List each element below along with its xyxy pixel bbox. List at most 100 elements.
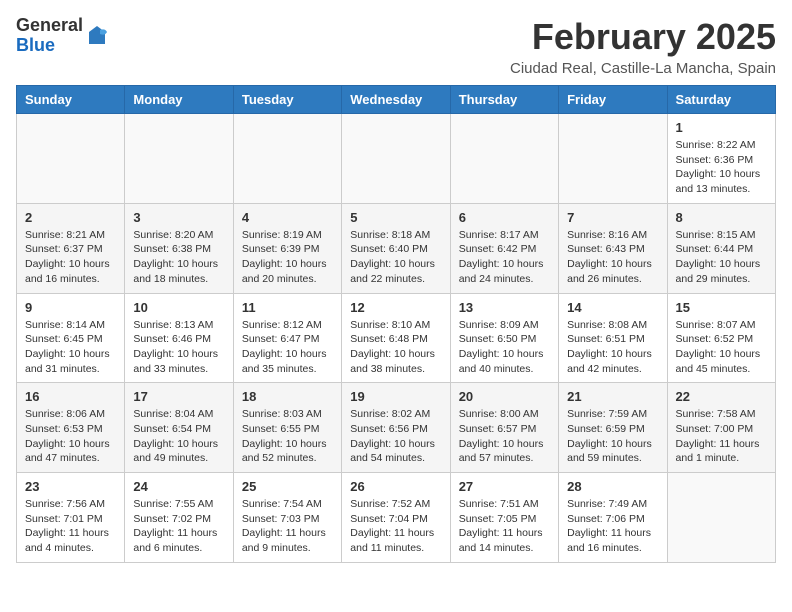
day-info: Sunrise: 7:49 AM Sunset: 7:06 PM Dayligh… xyxy=(567,497,658,556)
day-info: Sunrise: 7:56 AM Sunset: 7:01 PM Dayligh… xyxy=(25,497,116,556)
day-number: 6 xyxy=(459,210,550,225)
week-row-4: 16 Sunrise: 8:06 AM Sunset: 6:53 PM Dayli… xyxy=(17,383,776,473)
calendar-cell xyxy=(17,114,125,204)
week-row-1: 1 Sunrise: 8:22 AM Sunset: 6:36 PM Daylig… xyxy=(17,114,776,204)
calendar-cell xyxy=(342,114,450,204)
day-number: 8 xyxy=(676,210,767,225)
calendar-cell xyxy=(559,114,667,204)
day-info: Sunrise: 7:59 AM Sunset: 6:59 PM Dayligh… xyxy=(567,407,658,466)
day-number: 17 xyxy=(133,389,224,404)
calendar-cell: 18Sunrise: 8:03 AM Sunset: 6:55 PM Dayli… xyxy=(233,383,341,473)
day-info: Sunrise: 8:12 AM Sunset: 6:47 PM Dayligh… xyxy=(242,318,333,377)
day-number: 26 xyxy=(350,479,441,494)
day-info: Sunrise: 8:22 AM Sunset: 6:36 PM Dayligh… xyxy=(676,138,767,197)
calendar-cell: 8 Sunrise: 8:15 AM Sunset: 6:44 PM Daylig… xyxy=(667,203,775,293)
day-number: 18 xyxy=(242,389,333,404)
calendar-cell: 6Sunrise: 8:17 AM Sunset: 6:42 PM Daylig… xyxy=(450,203,558,293)
calendar-cell: 2Sunrise: 8:21 AM Sunset: 6:37 PM Daylig… xyxy=(17,203,125,293)
calendar-cell: 10 Sunrise: 8:13 AM Sunset: 6:46 PM Dayli… xyxy=(125,293,233,383)
day-number: 7 xyxy=(567,210,658,225)
calendar-cell xyxy=(125,114,233,204)
week-row-3: 9Sunrise: 8:14 AM Sunset: 6:45 PM Daylig… xyxy=(17,293,776,383)
day-info: Sunrise: 7:52 AM Sunset: 7:04 PM Dayligh… xyxy=(350,497,441,556)
day-number: 16 xyxy=(25,389,116,404)
day-number: 27 xyxy=(459,479,550,494)
calendar-cell: 9Sunrise: 8:14 AM Sunset: 6:45 PM Daylig… xyxy=(17,293,125,383)
logo-general: General xyxy=(16,16,83,36)
location-subtitle: Ciudad Real, Castille-La Mancha, Spain xyxy=(510,60,776,77)
day-info: Sunrise: 7:58 AM Sunset: 7:00 PM Dayligh… xyxy=(676,407,767,466)
day-number: 21 xyxy=(567,389,658,404)
title-area: February 2025 Ciudad Real, Castille-La M… xyxy=(510,16,776,77)
day-info: Sunrise: 7:54 AM Sunset: 7:03 PM Dayligh… xyxy=(242,497,333,556)
day-number: 13 xyxy=(459,300,550,315)
calendar-cell: 12 Sunrise: 8:10 AM Sunset: 6:48 PM Dayli… xyxy=(342,293,450,383)
day-number: 25 xyxy=(242,479,333,494)
calendar-cell: 19Sunrise: 8:02 AM Sunset: 6:56 PM Dayli… xyxy=(342,383,450,473)
day-info: Sunrise: 8:13 AM Sunset: 6:46 PM Dayligh… xyxy=(133,318,224,377)
day-number: 5 xyxy=(350,210,441,225)
calendar-cell: 17 Sunrise: 8:04 AM Sunset: 6:54 PM Dayli… xyxy=(125,383,233,473)
day-number: 9 xyxy=(25,300,116,315)
week-row-2: 2Sunrise: 8:21 AM Sunset: 6:37 PM Daylig… xyxy=(17,203,776,293)
calendar-cell: 28 Sunrise: 7:49 AM Sunset: 7:06 PM Dayli… xyxy=(559,473,667,563)
calendar-cell: 3 Sunrise: 8:20 AM Sunset: 6:38 PM Daylig… xyxy=(125,203,233,293)
calendar-cell: 11 Sunrise: 8:12 AM Sunset: 6:47 PM Dayli… xyxy=(233,293,341,383)
day-number: 1 xyxy=(676,120,767,135)
calendar-table: Sunday Monday Tuesday Wednesday Thursday… xyxy=(16,85,776,563)
header-monday: Monday xyxy=(125,86,233,114)
calendar-cell: 4 Sunrise: 8:19 AM Sunset: 6:39 PM Daylig… xyxy=(233,203,341,293)
calendar-cell: 16 Sunrise: 8:06 AM Sunset: 6:53 PM Dayli… xyxy=(17,383,125,473)
calendar-cell: 24 Sunrise: 7:55 AM Sunset: 7:02 PM Dayli… xyxy=(125,473,233,563)
header-saturday: Saturday xyxy=(667,86,775,114)
logo-icon xyxy=(85,24,109,48)
header-wednesday: Wednesday xyxy=(342,86,450,114)
day-number: 10 xyxy=(133,300,224,315)
day-info: Sunrise: 7:55 AM Sunset: 7:02 PM Dayligh… xyxy=(133,497,224,556)
calendar-cell: 27 Sunrise: 7:51 AM Sunset: 7:05 PM Dayli… xyxy=(450,473,558,563)
day-number: 24 xyxy=(133,479,224,494)
header-friday: Friday xyxy=(559,86,667,114)
calendar-cell: 14 Sunrise: 8:08 AM Sunset: 6:51 PM Dayli… xyxy=(559,293,667,383)
logo-blue: Blue xyxy=(16,36,83,56)
calendar-cell: 21 Sunrise: 7:59 AM Sunset: 6:59 PM Dayli… xyxy=(559,383,667,473)
day-number: 14 xyxy=(567,300,658,315)
calendar-cell xyxy=(667,473,775,563)
day-number: 19 xyxy=(350,389,441,404)
calendar-cell: 25 Sunrise: 7:54 AM Sunset: 7:03 PM Dayli… xyxy=(233,473,341,563)
day-info: Sunrise: 8:21 AM Sunset: 6:37 PM Dayligh… xyxy=(25,228,116,287)
calendar-cell: 15 Sunrise: 8:07 AM Sunset: 6:52 PM Dayli… xyxy=(667,293,775,383)
header-sunday: Sunday xyxy=(17,86,125,114)
day-number: 3 xyxy=(133,210,224,225)
header-thursday: Thursday xyxy=(450,86,558,114)
calendar-cell xyxy=(450,114,558,204)
day-info: Sunrise: 8:15 AM Sunset: 6:44 PM Dayligh… xyxy=(676,228,767,287)
calendar-cell: 20Sunrise: 8:00 AM Sunset: 6:57 PM Dayli… xyxy=(450,383,558,473)
day-info: Sunrise: 8:08 AM Sunset: 6:51 PM Dayligh… xyxy=(567,318,658,377)
calendar-cell: 26 Sunrise: 7:52 AM Sunset: 7:04 PM Dayli… xyxy=(342,473,450,563)
day-info: Sunrise: 8:09 AM Sunset: 6:50 PM Dayligh… xyxy=(459,318,550,377)
day-number: 11 xyxy=(242,300,333,315)
header-tuesday: Tuesday xyxy=(233,86,341,114)
page-header: General Blue February 2025 Ciudad Real, … xyxy=(16,16,776,77)
day-info: Sunrise: 8:18 AM Sunset: 6:40 PM Dayligh… xyxy=(350,228,441,287)
day-number: 12 xyxy=(350,300,441,315)
day-info: Sunrise: 8:06 AM Sunset: 6:53 PM Dayligh… xyxy=(25,407,116,466)
calendar-header-row: Sunday Monday Tuesday Wednesday Thursday… xyxy=(17,86,776,114)
day-info: Sunrise: 8:10 AM Sunset: 6:48 PM Dayligh… xyxy=(350,318,441,377)
day-info: Sunrise: 8:04 AM Sunset: 6:54 PM Dayligh… xyxy=(133,407,224,466)
day-info: Sunrise: 8:20 AM Sunset: 6:38 PM Dayligh… xyxy=(133,228,224,287)
calendar-cell xyxy=(233,114,341,204)
logo: General Blue xyxy=(16,16,109,56)
calendar-cell: 5 Sunrise: 8:18 AM Sunset: 6:40 PM Daylig… xyxy=(342,203,450,293)
day-info: Sunrise: 8:19 AM Sunset: 6:39 PM Dayligh… xyxy=(242,228,333,287)
day-info: Sunrise: 7:51 AM Sunset: 7:05 PM Dayligh… xyxy=(459,497,550,556)
day-number: 15 xyxy=(676,300,767,315)
day-number: 4 xyxy=(242,210,333,225)
day-info: Sunrise: 8:07 AM Sunset: 6:52 PM Dayligh… xyxy=(676,318,767,377)
day-number: 23 xyxy=(25,479,116,494)
calendar-cell: 7Sunrise: 8:16 AM Sunset: 6:43 PM Daylig… xyxy=(559,203,667,293)
week-row-5: 23 Sunrise: 7:56 AM Sunset: 7:01 PM Dayli… xyxy=(17,473,776,563)
calendar-cell: 22Sunrise: 7:58 AM Sunset: 7:00 PM Dayli… xyxy=(667,383,775,473)
day-number: 28 xyxy=(567,479,658,494)
